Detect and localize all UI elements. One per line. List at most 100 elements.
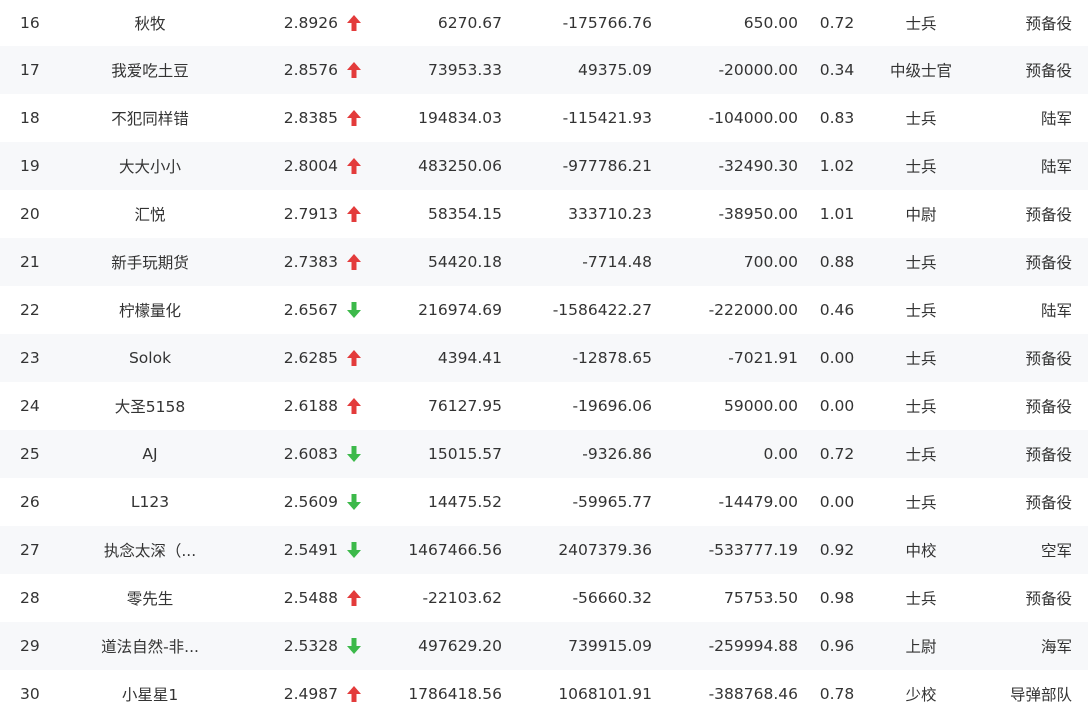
trader-name-link[interactable]: 不犯同样错 xyxy=(85,94,215,142)
military-rank-cell: 士兵 xyxy=(905,302,937,320)
table-row[interactable]: 26 L123 2.5609 14475.52 -59965.77 -14479.00 0.… xyxy=(0,478,1088,526)
arrow-up-icon xyxy=(345,142,363,190)
value-3-cell: -388768.46 xyxy=(708,685,798,703)
unit-cell: 预备役 xyxy=(1025,398,1072,416)
trader-name-link[interactable]: 大大小小 xyxy=(85,142,215,190)
military-rank-cell: 中校 xyxy=(905,542,937,560)
table-row[interactable]: 20 汇悦 2.7913 58354.15 333710.23 -38950.00 1.01… xyxy=(0,190,1088,238)
trader-name-link[interactable]: 大圣5158 xyxy=(85,382,215,430)
value-3-cell: -104000.00 xyxy=(708,109,798,127)
rank-cell: 27 xyxy=(20,541,40,559)
value-1-cell: 6270.67 xyxy=(437,14,502,32)
trader-name-link[interactable]: L123 xyxy=(85,478,215,526)
value-2-cell: 739915.09 xyxy=(568,637,652,655)
trader-name-link[interactable]: 道法自然-非... xyxy=(85,622,215,670)
arrow-up-icon xyxy=(345,574,363,622)
value-2-cell: -175766.76 xyxy=(562,14,652,32)
unit-cell: 预备役 xyxy=(1025,62,1072,80)
ratio-cell: 0.92 xyxy=(819,541,855,559)
score-cell: 2.7383 xyxy=(283,253,338,271)
rank-cell: 30 xyxy=(20,685,40,703)
value-1-cell: 1786418.56 xyxy=(408,685,502,703)
table-row[interactable]: 23 Solok 2.6285 4394.41 -12878.65 -7021.91 0.0… xyxy=(0,334,1088,382)
ratio-cell: 0.34 xyxy=(819,61,855,79)
value-1-cell: 194834.03 xyxy=(418,109,502,127)
arrow-up-icon xyxy=(345,670,363,714)
trader-name-link[interactable]: 我爱吃土豆 xyxy=(85,46,215,94)
trader-name-link[interactable]: 柠檬量化 xyxy=(85,286,215,334)
value-2-cell: -59965.77 xyxy=(572,493,652,511)
military-rank-cell: 士兵 xyxy=(905,494,937,512)
ratio-cell: 0.00 xyxy=(819,493,855,511)
value-2-cell: -977786.21 xyxy=(562,157,652,175)
value-1-cell: 216974.69 xyxy=(418,301,502,319)
arrow-down-icon xyxy=(345,478,363,526)
unit-cell: 陆军 xyxy=(1040,110,1072,128)
rank-cell: 29 xyxy=(20,637,40,655)
military-rank-cell: 士兵 xyxy=(905,446,937,464)
table-row[interactable]: 24 大圣5158 2.6188 76127.95 -19696.06 59000.00 0… xyxy=(0,382,1088,430)
value-3-cell: -14479.00 xyxy=(718,493,798,511)
trader-name-link[interactable]: 小星星1 xyxy=(85,670,215,714)
ratio-cell: 0.72 xyxy=(819,14,855,32)
table-row[interactable]: 21 新手玩期货 2.7383 54420.18 -7714.48 700.00 0.88 士… xyxy=(0,238,1088,286)
arrow-up-icon xyxy=(345,190,363,238)
value-2-cell: -115421.93 xyxy=(562,109,652,127)
table-row[interactable]: 19 大大小小 2.8004 483250.06 -977786.21 -32490.30… xyxy=(0,142,1088,190)
unit-cell: 预备役 xyxy=(1025,15,1072,33)
trader-name-link[interactable]: Solok xyxy=(85,334,215,382)
value-2-cell: 49375.09 xyxy=(578,61,652,79)
trader-name-link[interactable]: AJ xyxy=(85,430,215,478)
rank-cell: 16 xyxy=(20,14,40,32)
unit-cell: 预备役 xyxy=(1025,254,1072,272)
rank-cell: 19 xyxy=(20,157,40,175)
value-2-cell: -19696.06 xyxy=(572,397,652,415)
value-3-cell: -32490.30 xyxy=(718,157,798,175)
value-1-cell: 58354.15 xyxy=(428,205,502,223)
unit-cell: 预备役 xyxy=(1025,590,1072,608)
unit-cell: 导弹部队 xyxy=(1009,686,1072,704)
value-2-cell: 2407379.36 xyxy=(558,541,652,559)
arrow-up-icon xyxy=(345,46,363,94)
trader-name-link[interactable]: 汇悦 xyxy=(85,190,215,238)
ratio-cell: 0.46 xyxy=(819,301,855,319)
arrow-up-icon xyxy=(345,382,363,430)
arrow-up-icon xyxy=(345,0,363,46)
table-row[interactable]: 18 不犯同样错 2.8385 194834.03 -115421.93 -104000.… xyxy=(0,94,1088,142)
unit-cell: 海军 xyxy=(1040,638,1072,656)
arrow-up-icon xyxy=(345,94,363,142)
value-3-cell: -533777.19 xyxy=(708,541,798,559)
value-1-cell: 14475.52 xyxy=(428,493,502,511)
table-row[interactable]: 17 我爱吃土豆 2.8576 73953.33 49375.09 -20000.00 0.… xyxy=(0,46,1088,94)
table-row[interactable]: 30 小星星1 2.4987 1786418.56 1068101.91 -388768.… xyxy=(0,670,1088,714)
table-row[interactable]: 22 柠檬量化 2.6567 216974.69 -1586422.27 -222000.… xyxy=(0,286,1088,334)
arrow-down-icon xyxy=(345,622,363,670)
score-cell: 2.8004 xyxy=(283,157,338,175)
ratio-cell: 1.02 xyxy=(819,157,855,175)
military-rank-cell: 士兵 xyxy=(905,590,937,608)
rank-cell: 20 xyxy=(20,205,40,223)
rank-cell: 18 xyxy=(20,109,40,127)
table-row[interactable]: 28 零先生 2.5488 -22103.62 -56660.32 75753.50 0.9… xyxy=(0,574,1088,622)
rank-cell: 28 xyxy=(20,589,40,607)
trader-name-link[interactable]: 执念太深（... xyxy=(85,526,215,574)
table-row[interactable]: 16 秋牧 2.8926 6270.67 -175766.76 650.00 0.72 士兵 预… xyxy=(0,0,1088,46)
arrow-up-icon xyxy=(345,238,363,286)
score-cell: 2.6567 xyxy=(283,301,338,319)
score-cell: 2.6285 xyxy=(283,349,338,367)
rank-cell: 24 xyxy=(20,397,40,415)
table-row[interactable]: 25 AJ 2.6083 15015.57 -9326.86 0.00 0.72 士兵 预备役 xyxy=(0,430,1088,478)
table-row[interactable]: 27 执念太深（... 2.5491 1467466.56 2407379.36 -533… xyxy=(0,526,1088,574)
score-cell: 2.5609 xyxy=(283,493,338,511)
military-rank-cell: 士兵 xyxy=(905,350,937,368)
value-1-cell: 483250.06 xyxy=(418,157,502,175)
value-3-cell: 59000.00 xyxy=(724,397,798,415)
trader-name-link[interactable]: 新手玩期货 xyxy=(85,238,215,286)
value-1-cell: 4394.41 xyxy=(437,349,502,367)
trader-name-link[interactable]: 秋牧 xyxy=(85,0,215,46)
military-rank-cell: 中尉 xyxy=(905,206,937,224)
ratio-cell: 0.88 xyxy=(819,253,855,271)
score-cell: 2.6188 xyxy=(283,397,338,415)
table-row[interactable]: 29 道法自然-非... 2.5328 497629.20 739915.09 -2599… xyxy=(0,622,1088,670)
trader-name-link[interactable]: 零先生 xyxy=(85,574,215,622)
